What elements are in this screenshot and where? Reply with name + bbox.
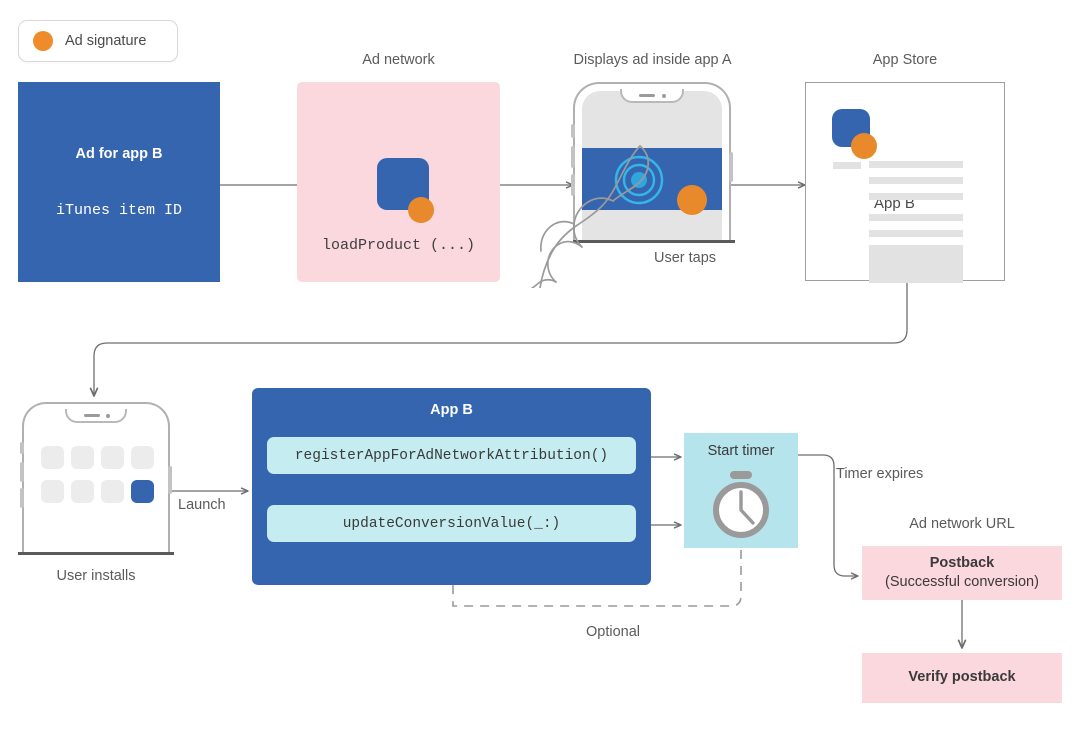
phone-user-installs (20, 402, 172, 554)
skeleton-line (869, 177, 963, 184)
api-call-update-conversion-value[interactable]: updateConversionValue(_:) (267, 505, 636, 542)
user-taps-caption: User taps (653, 250, 717, 266)
diagram-canvas: Ad signature Ad for app B iTunes item ID… (0, 0, 1080, 731)
app-icon-placeholder[interactable] (71, 480, 94, 503)
postback-subtitle: (Successful conversion) (885, 574, 1039, 590)
app-icon-placeholder[interactable] (131, 446, 154, 469)
start-timer-title: Start timer (707, 443, 775, 459)
phone-volume-up-button[interactable] (20, 462, 24, 482)
phone-mute-button[interactable] (571, 124, 575, 138)
skeleton-line (869, 230, 963, 237)
ad-network-caption: Ad network (362, 52, 435, 68)
postback-box: Postback (Successful conversion) (862, 546, 1062, 600)
legend-ad-signature: Ad signature (18, 20, 178, 62)
app-icon-placeholder[interactable] (101, 480, 124, 503)
ad-card-subtitle: iTunes item ID (55, 201, 183, 219)
phone-ground-line (18, 552, 174, 555)
skeleton-line (833, 162, 861, 169)
app-store-card: App B (805, 82, 1005, 283)
verify-postback-box: Verify postback (862, 653, 1062, 703)
app-icon-placeholder[interactable] (41, 446, 64, 469)
ad-for-app-b-card: Ad for app B iTunes item ID (18, 82, 220, 282)
postback-title: Postback (929, 554, 995, 571)
app-b-title: App B (430, 402, 473, 418)
verify-postback-title: Verify postback (908, 669, 1016, 686)
phone-power-button[interactable] (168, 466, 172, 494)
ad-signature-dot-icon (33, 31, 53, 51)
app-store-caption: App Store (872, 52, 938, 68)
timer-expires-label: Timer expires (836, 466, 924, 482)
stopwatch-icon (713, 471, 769, 538)
skeleton-line (869, 161, 963, 168)
display-phone-caption: Displays ad inside app A (573, 52, 732, 68)
phone-speaker-icon (84, 414, 100, 417)
launch-label: Launch (178, 497, 226, 513)
ad-signature-dot-icon (851, 133, 877, 159)
app-icon-placeholder[interactable] (41, 480, 64, 503)
optional-label: Optional (586, 624, 641, 640)
ad-card-title: Ad for app B (75, 145, 163, 162)
ad-signature-dot-icon (408, 197, 434, 223)
app-icon-placeholder[interactable] (71, 446, 94, 469)
home-screen-grid (41, 446, 154, 506)
phone-mute-button[interactable] (20, 442, 24, 454)
skeleton-block (869, 245, 963, 283)
app-b-icon[interactable] (131, 480, 154, 503)
legend-label: Ad signature (65, 33, 147, 49)
phone-camera-icon (106, 413, 110, 418)
phone-volume-down-button[interactable] (20, 488, 24, 508)
skeleton-line (869, 214, 963, 221)
phone-camera-icon (662, 93, 666, 98)
ad-network-card: loadProduct (...) (297, 82, 500, 282)
api-call-register[interactable]: registerAppForAdNetworkAttribution() (267, 437, 636, 474)
app-b-container: App B registerAppForAdNetworkAttribution… (252, 388, 651, 585)
ad-network-code-label: loadProduct (...) (321, 237, 476, 254)
phone-speaker-icon (639, 94, 655, 97)
app-icon-placeholder[interactable] (101, 446, 124, 469)
start-timer-card: Start timer (684, 433, 798, 548)
ad-network-url-caption: Ad network URL (909, 516, 1015, 532)
skeleton-line (869, 193, 963, 200)
user-installs-caption: User installs (56, 568, 136, 584)
